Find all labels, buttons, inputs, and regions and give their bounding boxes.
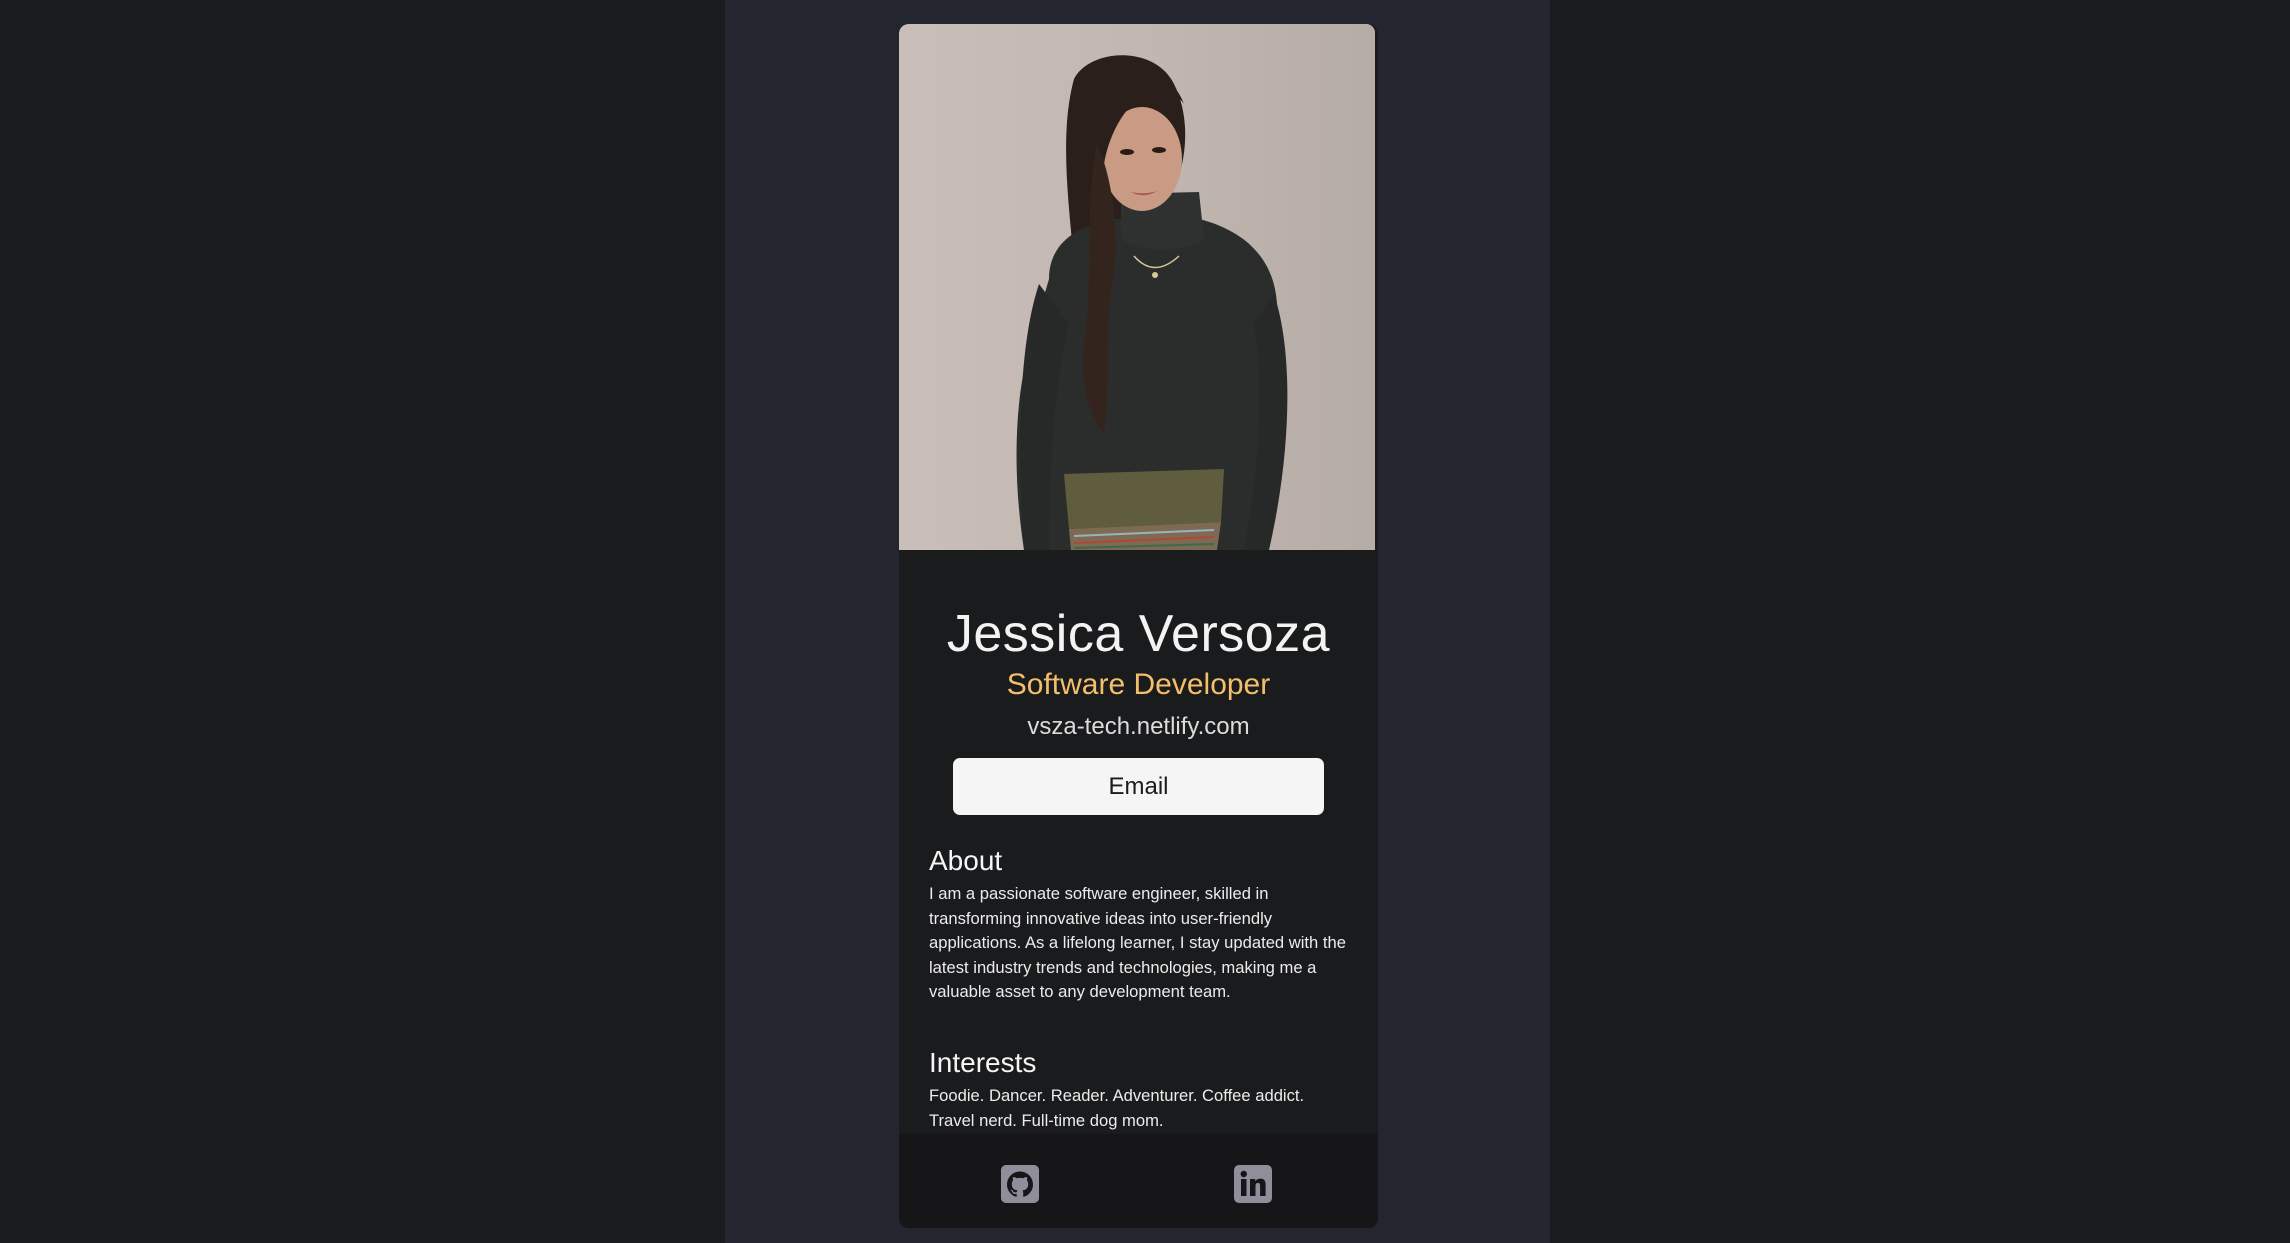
social-footer bbox=[899, 1134, 1378, 1228]
linkedin-link[interactable] bbox=[1234, 1165, 1272, 1203]
about-text: I am a passionate software engineer, ski… bbox=[929, 884, 1346, 1002]
profile-info: Jessica Versoza Software Developer vsza-… bbox=[899, 550, 1378, 815]
profile-name: Jessica Versoza bbox=[946, 605, 1331, 663]
interests-heading: Interests bbox=[929, 1047, 1037, 1078]
email-button[interactable]: Email bbox=[953, 758, 1324, 815]
portrait-image bbox=[899, 24, 1375, 550]
profile-card: Jessica Versoza Software Developer vsza-… bbox=[899, 24, 1378, 1228]
profile-role: Software Developer bbox=[1006, 668, 1271, 701]
about-section: About I am a passionate software enginee… bbox=[929, 844, 1349, 1005]
website-link[interactable]: vsza-tech.netlify.com bbox=[899, 712, 1378, 742]
about-heading: About bbox=[929, 845, 1003, 876]
page: Jessica Versoza Software Developer vsza-… bbox=[0, 0, 2290, 1243]
github-icon bbox=[1001, 1165, 1039, 1203]
interests-section: Interests Foodie. Dancer. Reader. Advent… bbox=[929, 1046, 1349, 1133]
linkedin-icon bbox=[1234, 1165, 1272, 1203]
github-link[interactable] bbox=[1001, 1165, 1039, 1203]
interests-text: Foodie. Dancer. Reader. Adventurer. Coff… bbox=[929, 1086, 1305, 1130]
profile-photo bbox=[899, 24, 1375, 550]
